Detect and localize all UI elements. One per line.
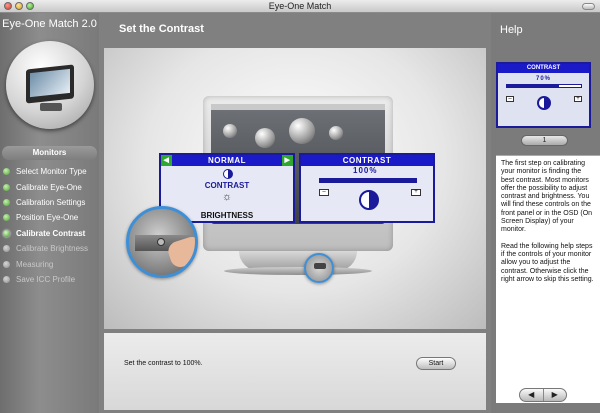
help-text: The first step on calibrating your monit… — [496, 155, 600, 403]
help-panel: Help CONTRAST 70% – + 1 The first step o… — [491, 13, 600, 413]
page-number: 1 — [542, 137, 547, 144]
instruction-text: Set the contrast to 100%. — [124, 360, 203, 367]
osd-contrast-header: CONTRAST — [342, 156, 392, 165]
main-panel: Set the Contrast ◀ NORMAL ▶ CONTRAST ☼ B… — [99, 13, 491, 413]
help-title: Help — [500, 24, 523, 36]
help-page-indicator[interactable]: 1 — [521, 135, 568, 146]
section-label: Monitors — [2, 146, 97, 160]
osd-next-arrow-icon: ▶ — [282, 155, 293, 166]
step-status-icon — [3, 245, 10, 253]
step-label: Measuring — [16, 259, 54, 269]
contrast-large-icon — [359, 190, 379, 210]
preview-slider — [506, 84, 582, 88]
window-title: Eye-One Match — [268, 1, 332, 11]
help-paragraph-1: The first step on calibrating your monit… — [501, 160, 593, 234]
contrast-value: 100% — [353, 166, 378, 175]
start-button[interactable]: Start — [416, 357, 456, 370]
monitor-button-closeup — [304, 253, 334, 283]
preview-header: CONTRAST — [498, 64, 589, 73]
help-navigation: ◀ ▶ — [519, 388, 567, 402]
step-status-icon — [3, 214, 10, 222]
illustration-area: ◀ NORMAL ▶ CONTRAST ☼ BRIGHTNESS CONTRAS… — [104, 48, 486, 329]
window-titlebar: Eye-One Match — [0, 0, 600, 13]
sidebar: Eye-One Match 2.0 Monitors Select Monito… — [0, 13, 99, 413]
step-select-monitor-type[interactable]: Select Monitor Type — [3, 164, 99, 179]
step-status-icon — [3, 168, 10, 176]
page-title: Set the Contrast — [119, 23, 204, 35]
step-label: Select Monitor Type — [16, 167, 87, 177]
osd-normal-header: NORMAL — [207, 156, 247, 165]
step-status-icon — [3, 275, 10, 283]
step-calibrate-eye-one[interactable]: Calibrate Eye-One — [3, 179, 99, 194]
app-logo: Eye-One Match 2.0 — [2, 18, 97, 30]
prev-arrow-button[interactable]: ◀ — [520, 389, 543, 401]
step-status-icon — [3, 183, 10, 191]
monitor-icon — [6, 41, 94, 129]
step-status-icon — [3, 260, 10, 268]
contrast-preview: CONTRAST 70% – + — [496, 62, 591, 128]
osd-contrast-panel: CONTRAST 100% – + — [299, 153, 435, 223]
step-calibrate-contrast[interactable]: Calibrate Contrast — [3, 226, 99, 241]
preview-slider-fill — [507, 85, 559, 87]
minus-button-icon: – — [319, 189, 329, 196]
plus-button-icon: + — [411, 189, 421, 196]
step-label: Calibrate Eye-One — [16, 182, 82, 192]
step-status-icon — [3, 198, 10, 206]
step-save-icc-profile[interactable]: Save ICC Profile — [3, 272, 99, 287]
step-label: Calibrate Contrast — [16, 228, 86, 238]
step-list: Select Monitor Type Calibrate Eye-One Ca… — [3, 164, 99, 287]
osd-contrast-label: CONTRAST — [204, 181, 250, 190]
brightness-icon: ☼ — [222, 191, 233, 203]
step-label: Calibrate Brightness — [16, 244, 89, 254]
step-label: Position Eye-One — [16, 213, 79, 223]
osd-prev-arrow-icon: ◀ — [161, 155, 172, 166]
step-label: Calibration Settings — [16, 197, 86, 207]
preview-contrast-icon — [537, 96, 551, 110]
step-position-eye-one[interactable]: Position Eye-One — [3, 210, 99, 225]
contrast-slider — [319, 178, 417, 183]
next-arrow-button[interactable]: ▶ — [542, 389, 567, 401]
contrast-slider-fill — [320, 179, 416, 182]
preview-minus-icon: – — [506, 96, 514, 102]
step-calibrate-brightness[interactable]: Calibrate Brightness — [3, 241, 99, 256]
contrast-icon — [223, 169, 233, 179]
step-measuring[interactable]: Measuring — [3, 256, 99, 271]
step-calibration-settings[interactable]: Calibration Settings — [3, 195, 99, 210]
preview-plus-icon: + — [574, 96, 582, 102]
monitor-stand — [224, 267, 372, 275]
toolbar-toggle-button[interactable] — [582, 3, 595, 10]
finger-button-closeup — [126, 206, 198, 278]
instruction-bar: Set the contrast to 100%. Start — [104, 333, 486, 410]
help-paragraph-2: Read the following help steps if the con… — [501, 242, 594, 283]
preview-value: 70% — [536, 76, 552, 82]
step-label: Save ICC Profile — [16, 274, 76, 284]
step-status-icon — [3, 229, 10, 237]
